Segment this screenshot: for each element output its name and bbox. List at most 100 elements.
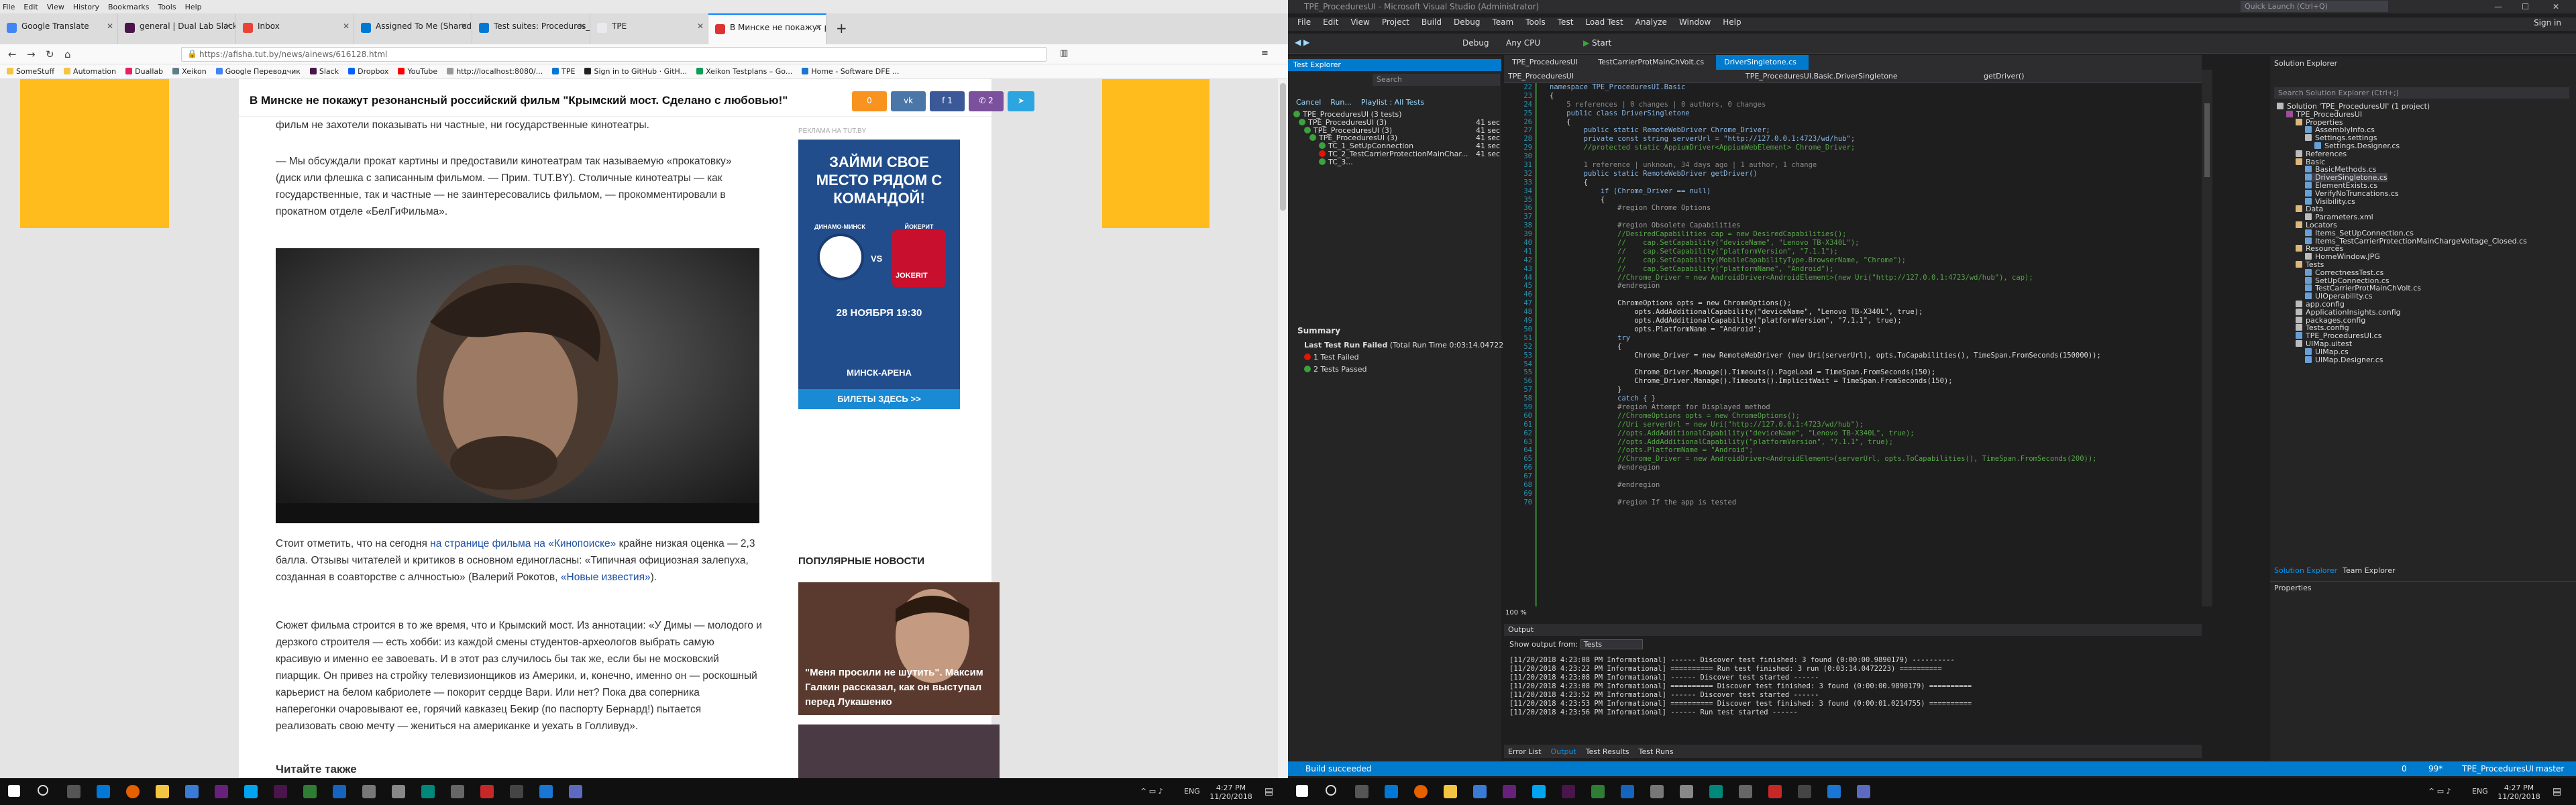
app-icon[interactable] [1621, 785, 1634, 798]
close-tab-icon[interactable]: ✕ [815, 23, 822, 32]
code-line[interactable] [1550, 490, 2194, 498]
quick-launch-input[interactable]: Quick Launch (Ctrl+Q) [2241, 1, 2388, 12]
viber-share-button[interactable]: ✆ 2 [969, 91, 1004, 111]
code-line[interactable]: // cap.SetCapability(MobileCapabilityTyp… [1550, 256, 2194, 265]
member-dropdown[interactable]: getDriver() [1984, 72, 2025, 80]
code-line[interactable] [1550, 213, 2194, 221]
explorer-icon[interactable] [156, 785, 169, 798]
search-icon[interactable] [1326, 785, 1336, 796]
close-button[interactable]: ✕ [2553, 2, 2559, 11]
minimize-button[interactable]: — [2494, 2, 2502, 11]
menu-icon[interactable]: ≡ [1261, 48, 1269, 58]
bottom-tab[interactable]: Test Runs [1639, 747, 1674, 758]
language-indicator[interactable]: ENG [2472, 787, 2488, 796]
code-line[interactable]: // cap.SetCapability("platformVersion", … [1550, 248, 2194, 256]
browser-tab[interactable]: Assigned To Me (Shared Queri✕ [354, 13, 472, 44]
code-editor[interactable]: 22 23 24 25 26 27 28 29 30 31 32 33 34 35 36 37 38 39 40 41… [1504, 83, 2202, 606]
vs-menu-load-test[interactable]: Load Test [1585, 17, 1623, 31]
menu-file[interactable]: File [3, 3, 15, 11]
playlist-dropdown[interactable]: Playlist : All Tests [1361, 98, 1424, 107]
vs-icon[interactable] [1503, 785, 1516, 798]
scroll-thumb[interactable] [1280, 83, 1286, 211]
code-line[interactable]: { [1550, 92, 2194, 101]
bookmark-item[interactable]: Xeikon Testplans – Go... [696, 67, 792, 76]
code-line[interactable]: // cap.SetCapability("deviceName", "Leno… [1550, 239, 2194, 248]
menu-tools[interactable]: Tools [158, 3, 176, 11]
bookmark-item[interactable]: Google Переводчик [215, 67, 301, 76]
vs-menu-project[interactable]: Project [1382, 17, 1409, 31]
bookmark-item[interactable]: Slack [309, 67, 339, 76]
code-line[interactable]: #endregion [1550, 282, 2194, 290]
app-icon[interactable] [303, 785, 317, 798]
code-line[interactable]: #region If the app is tested [1550, 498, 2194, 507]
tab-team-explorer[interactable]: Team Explorer [2343, 566, 2395, 575]
code-line[interactable]: //Chrome_Driver = new AndroidDriver<Andr… [1550, 274, 2194, 282]
bookmark-item[interactable]: TPE [552, 67, 575, 76]
fb-share-button[interactable]: f 1 [930, 91, 965, 111]
menu-help[interactable]: Help [185, 3, 202, 11]
code-line[interactable]: opts.AddAdditionalCapability("deviceName… [1550, 308, 2194, 317]
start-icon[interactable] [8, 785, 20, 797]
code-line[interactable]: private const string serverUrl = "http:/… [1550, 135, 2194, 144]
tab-solution-explorer[interactable]: Solution Explorer [2274, 566, 2337, 575]
code-line[interactable]: Chrome_Driver.Manage().Timeouts().Implic… [1550, 377, 2194, 386]
vs-icon[interactable] [215, 785, 228, 798]
app-icon[interactable] [185, 785, 199, 798]
code-line[interactable]: { [1550, 343, 2194, 352]
sign-in-link[interactable]: Sign in [2534, 18, 2561, 28]
notifications-icon[interactable]: ▤ [1265, 786, 1273, 797]
app-icon[interactable] [480, 785, 494, 798]
bookmark-item[interactable]: Duallab [125, 67, 163, 76]
code-line[interactable] [1550, 360, 2194, 369]
project-dropdown[interactable]: TPE_ProceduresUI [1508, 72, 1574, 80]
code-line[interactable]: #region Attempt for Displayed method [1550, 403, 2194, 412]
vs-menu-build[interactable]: Build [1421, 17, 1442, 31]
code-line[interactable]: namespace TPE_ProceduresUI.Basic [1550, 83, 2194, 92]
vk-share-button[interactable]: vk [891, 91, 926, 111]
passed-count[interactable]: 2 Tests Passed [1304, 365, 1366, 374]
skype-icon[interactable] [1532, 785, 1546, 798]
edge-icon[interactable] [1385, 785, 1398, 798]
vs-menu-tools[interactable]: Tools [1525, 17, 1546, 31]
app-icon[interactable] [1768, 785, 1782, 798]
code-line[interactable]: //ChromeOptions opts = new ChromeOptions… [1550, 412, 2194, 421]
app-icon[interactable] [539, 785, 553, 798]
start-button[interactable]: ▶ Start [1583, 38, 1611, 48]
task-view-icon[interactable] [1355, 785, 1368, 798]
banner-left[interactable] [20, 79, 169, 228]
run-button[interactable]: Run... [1330, 98, 1352, 107]
close-tab-icon[interactable]: ✕ [579, 21, 586, 31]
close-tab-icon[interactable]: ✕ [107, 21, 113, 31]
vs-menu-test[interactable]: Test [1558, 17, 1574, 31]
code-line[interactable]: #region Obsolete Capabilities [1550, 221, 2194, 230]
start-icon[interactable] [1296, 785, 1308, 797]
home-icon[interactable]: ⌂ [64, 48, 71, 60]
tray-icons[interactable]: ^ ▭ ♪ [2428, 787, 2451, 796]
app-icon[interactable] [1798, 785, 1811, 798]
cancel-button[interactable]: Cancel [1296, 98, 1321, 107]
code-line[interactable] [1550, 290, 2194, 299]
firefox-icon[interactable] [126, 785, 140, 798]
hockey-ad[interactable]: ЗАЙМИ СВОЕ МЕСТО РЯДОМ С КОМАНДОЙ! ДИНАМ… [798, 140, 960, 409]
search-icon[interactable] [38, 785, 48, 796]
slack-icon[interactable] [1562, 785, 1575, 798]
document-tab[interactable]: TestCarrierProtMainChVolt.cs [1590, 55, 1716, 70]
code-line[interactable]: { [1550, 178, 2194, 187]
status-errors[interactable]: 0 [2402, 764, 2407, 773]
ad-tickets-button[interactable]: БИЛЕТЫ ЗДЕСЬ >> [798, 389, 960, 409]
app-icon[interactable] [1827, 785, 1841, 798]
app-icon[interactable] [451, 785, 464, 798]
back-icon[interactable]: ← [8, 48, 17, 60]
maximize-button[interactable]: ☐ [2522, 2, 2529, 11]
explorer-icon[interactable] [1444, 785, 1457, 798]
code-line[interactable]: //Uri serverUrl = new Uri("http://127.0.… [1550, 421, 2194, 429]
code-line[interactable]: public class DriverSingletone [1550, 109, 2194, 118]
app-icon[interactable] [362, 785, 376, 798]
notifications-icon[interactable]: ▤ [2553, 786, 2561, 797]
bookmark-item[interactable]: SomeStuff [7, 67, 54, 76]
code-line[interactable] [1550, 152, 2194, 161]
task-view-icon[interactable] [67, 785, 80, 798]
browser-tab[interactable]: Google Translate ✕ [0, 13, 118, 44]
app-icon[interactable] [569, 785, 582, 798]
status-branch[interactable]: master [2536, 764, 2564, 773]
